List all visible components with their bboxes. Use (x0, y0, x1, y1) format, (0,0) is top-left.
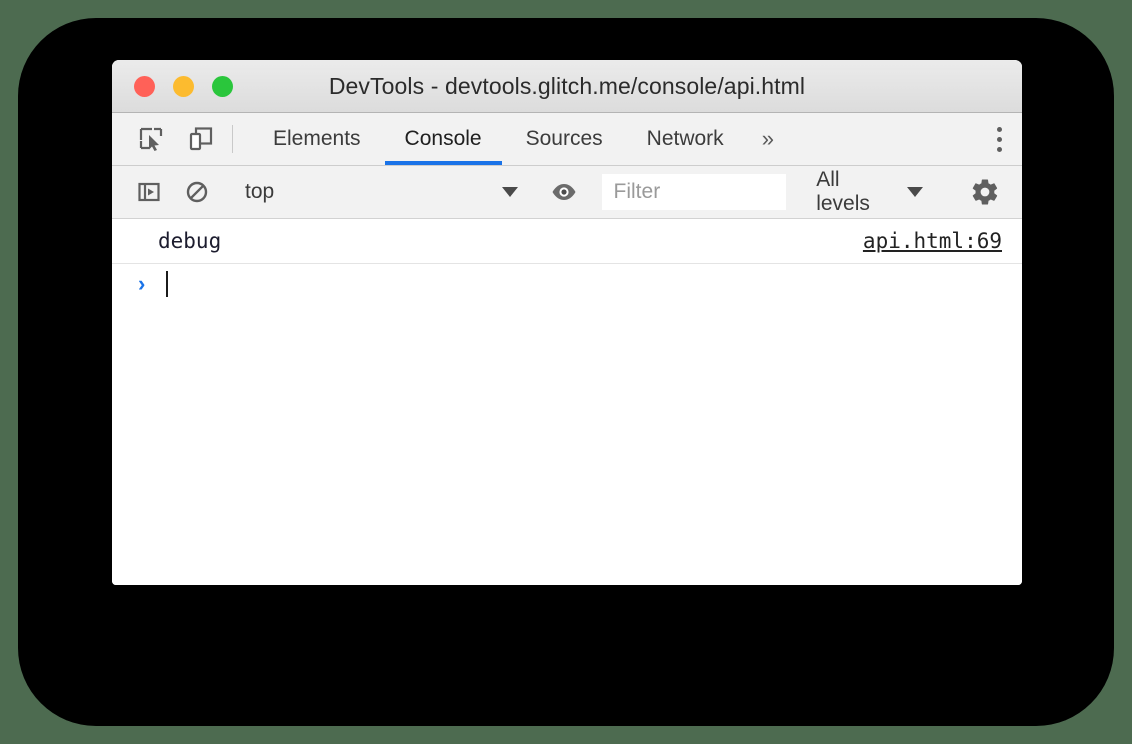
kebab-dot-1 (996, 126, 1002, 132)
clear-console-icon[interactable] (180, 175, 214, 209)
kebab-menu-icon[interactable] (976, 126, 1022, 152)
more-tabs-label: » (761, 126, 774, 151)
gear-icon (968, 175, 1002, 209)
tab-elements[interactable]: Elements (251, 113, 383, 165)
title-bar: DevTools - devtools.glitch.me/console/ap… (112, 60, 1022, 113)
filter-input[interactable]: Filter (601, 174, 787, 210)
prompt-arrow-icon: › (138, 271, 146, 296)
maximize-button[interactable] (212, 75, 233, 97)
console-prompt-row[interactable]: › (112, 264, 1022, 304)
device-toolbar-icon[interactable] (184, 122, 218, 156)
window-title: DevTools - devtools.glitch.me/console/ap… (328, 72, 806, 99)
tab-sources[interactable]: Sources (504, 113, 625, 165)
log-level-label: All levels (816, 168, 870, 215)
console-message-source-link[interactable]: api.html:69 (863, 229, 1002, 253)
kebab-dot-2 (996, 136, 1002, 142)
window-controls (112, 75, 233, 97)
tab-console-label: Console (404, 127, 482, 150)
text-cursor (166, 271, 168, 297)
execution-context-selector[interactable]: top (227, 166, 530, 218)
tabbar-right-group (975, 113, 1022, 165)
tab-network[interactable]: Network (625, 113, 746, 165)
tab-console[interactable]: Console (383, 113, 504, 165)
tabbar-tool-icons (112, 113, 232, 165)
devtools-tab-bar: Elements Console Sources Network » (112, 113, 1022, 166)
minimize-button[interactable] (173, 75, 194, 97)
chevron-down-icon (501, 187, 518, 197)
kebab-dot-3 (996, 146, 1002, 152)
settings-button[interactable] (950, 175, 1022, 209)
console-message-row[interactable]: debug api.html:69 (112, 219, 1022, 264)
chevron-down-icon (907, 187, 923, 197)
inspect-element-icon[interactable] (134, 122, 168, 156)
more-tabs-button[interactable]: » (746, 113, 790, 165)
console-filter-bar: top Filter All levels (112, 166, 1022, 219)
log-level-selector[interactable]: All levels (816, 168, 923, 216)
live-expression-button[interactable] (531, 175, 597, 209)
execution-context-value: top (245, 180, 275, 203)
tab-list: Elements Console Sources Network » (233, 113, 790, 165)
filterbar-left-icons (112, 175, 226, 209)
eye-icon (547, 175, 581, 209)
tab-sources-label: Sources (525, 127, 603, 150)
console-message-area[interactable]: debug api.html:69 › (112, 219, 1022, 585)
devtools-window: DevTools - devtools.glitch.me/console/ap… (112, 60, 1022, 585)
tab-network-label: Network (646, 127, 724, 150)
tab-elements-label: Elements (273, 127, 361, 150)
close-button[interactable] (134, 75, 155, 97)
console-message-text: debug (158, 229, 222, 253)
console-sidebar-icon[interactable] (132, 175, 166, 209)
